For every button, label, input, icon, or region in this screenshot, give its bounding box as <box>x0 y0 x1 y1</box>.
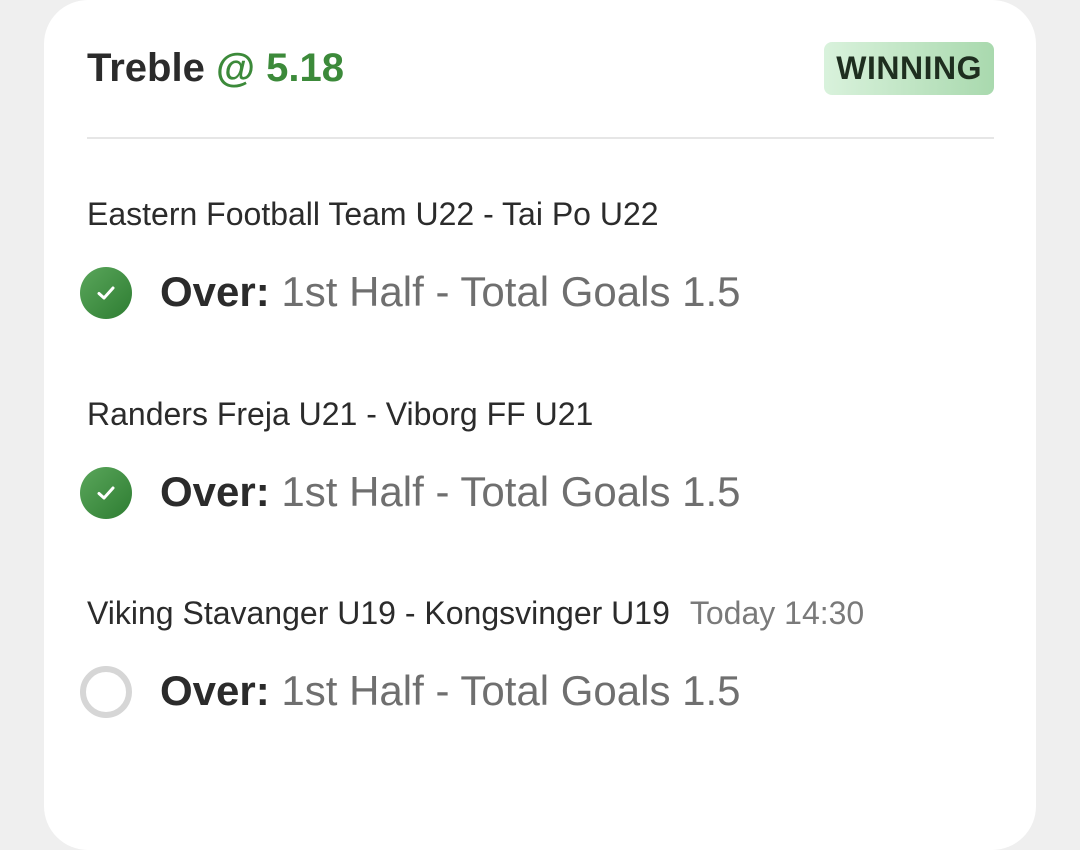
header-divider <box>87 137 994 139</box>
bet-leg: Randers Freja U21 - Viborg FF U21 Over: … <box>80 396 994 536</box>
selection-text: Over: 1st Half - Total Goals 1.5 <box>160 264 741 320</box>
status-badge: WINNING <box>824 42 994 95</box>
bet-leg: Eastern Football Team U22 - Tai Po U22 O… <box>80 196 994 336</box>
selection-label: Over: <box>160 268 270 315</box>
market-name: 1st Half - Total Goals 1.5 <box>281 468 741 515</box>
pending-circle-icon <box>80 666 132 718</box>
match-name: Randers Freja U21 - Viborg FF U21 <box>87 396 594 432</box>
check-icon <box>80 467 132 519</box>
bet-odds: @ 5.18 <box>215 46 344 90</box>
selection-label: Over: <box>160 468 270 515</box>
match-name: Eastern Football Team U22 - Tai Po U22 <box>87 196 659 232</box>
bet-header: Treble @ 5.18 WINNING <box>87 42 994 96</box>
bet-leg: Viking Stavanger U19 - Kongsvinger U19 To… <box>80 595 994 735</box>
market-name: 1st Half - Total Goals 1.5 <box>281 268 741 315</box>
selection-text: Over: 1st Half - Total Goals 1.5 <box>160 663 741 719</box>
match-name: Viking Stavanger U19 - Kongsvinger U19 To… <box>87 595 865 631</box>
bet-type: Treble <box>87 46 205 90</box>
market-name: 1st Half - Total Goals 1.5 <box>281 667 741 714</box>
bet-title: Treble @ 5.18 <box>87 46 344 91</box>
selection-label: Over: <box>160 667 270 714</box>
check-icon <box>80 267 132 319</box>
selection-text: Over: 1st Half - Total Goals 1.5 <box>160 464 741 520</box>
kickoff-time: Today 14:30 <box>689 595 865 631</box>
bet-card: Treble @ 5.18 WINNING Eastern Football T… <box>44 0 1036 850</box>
